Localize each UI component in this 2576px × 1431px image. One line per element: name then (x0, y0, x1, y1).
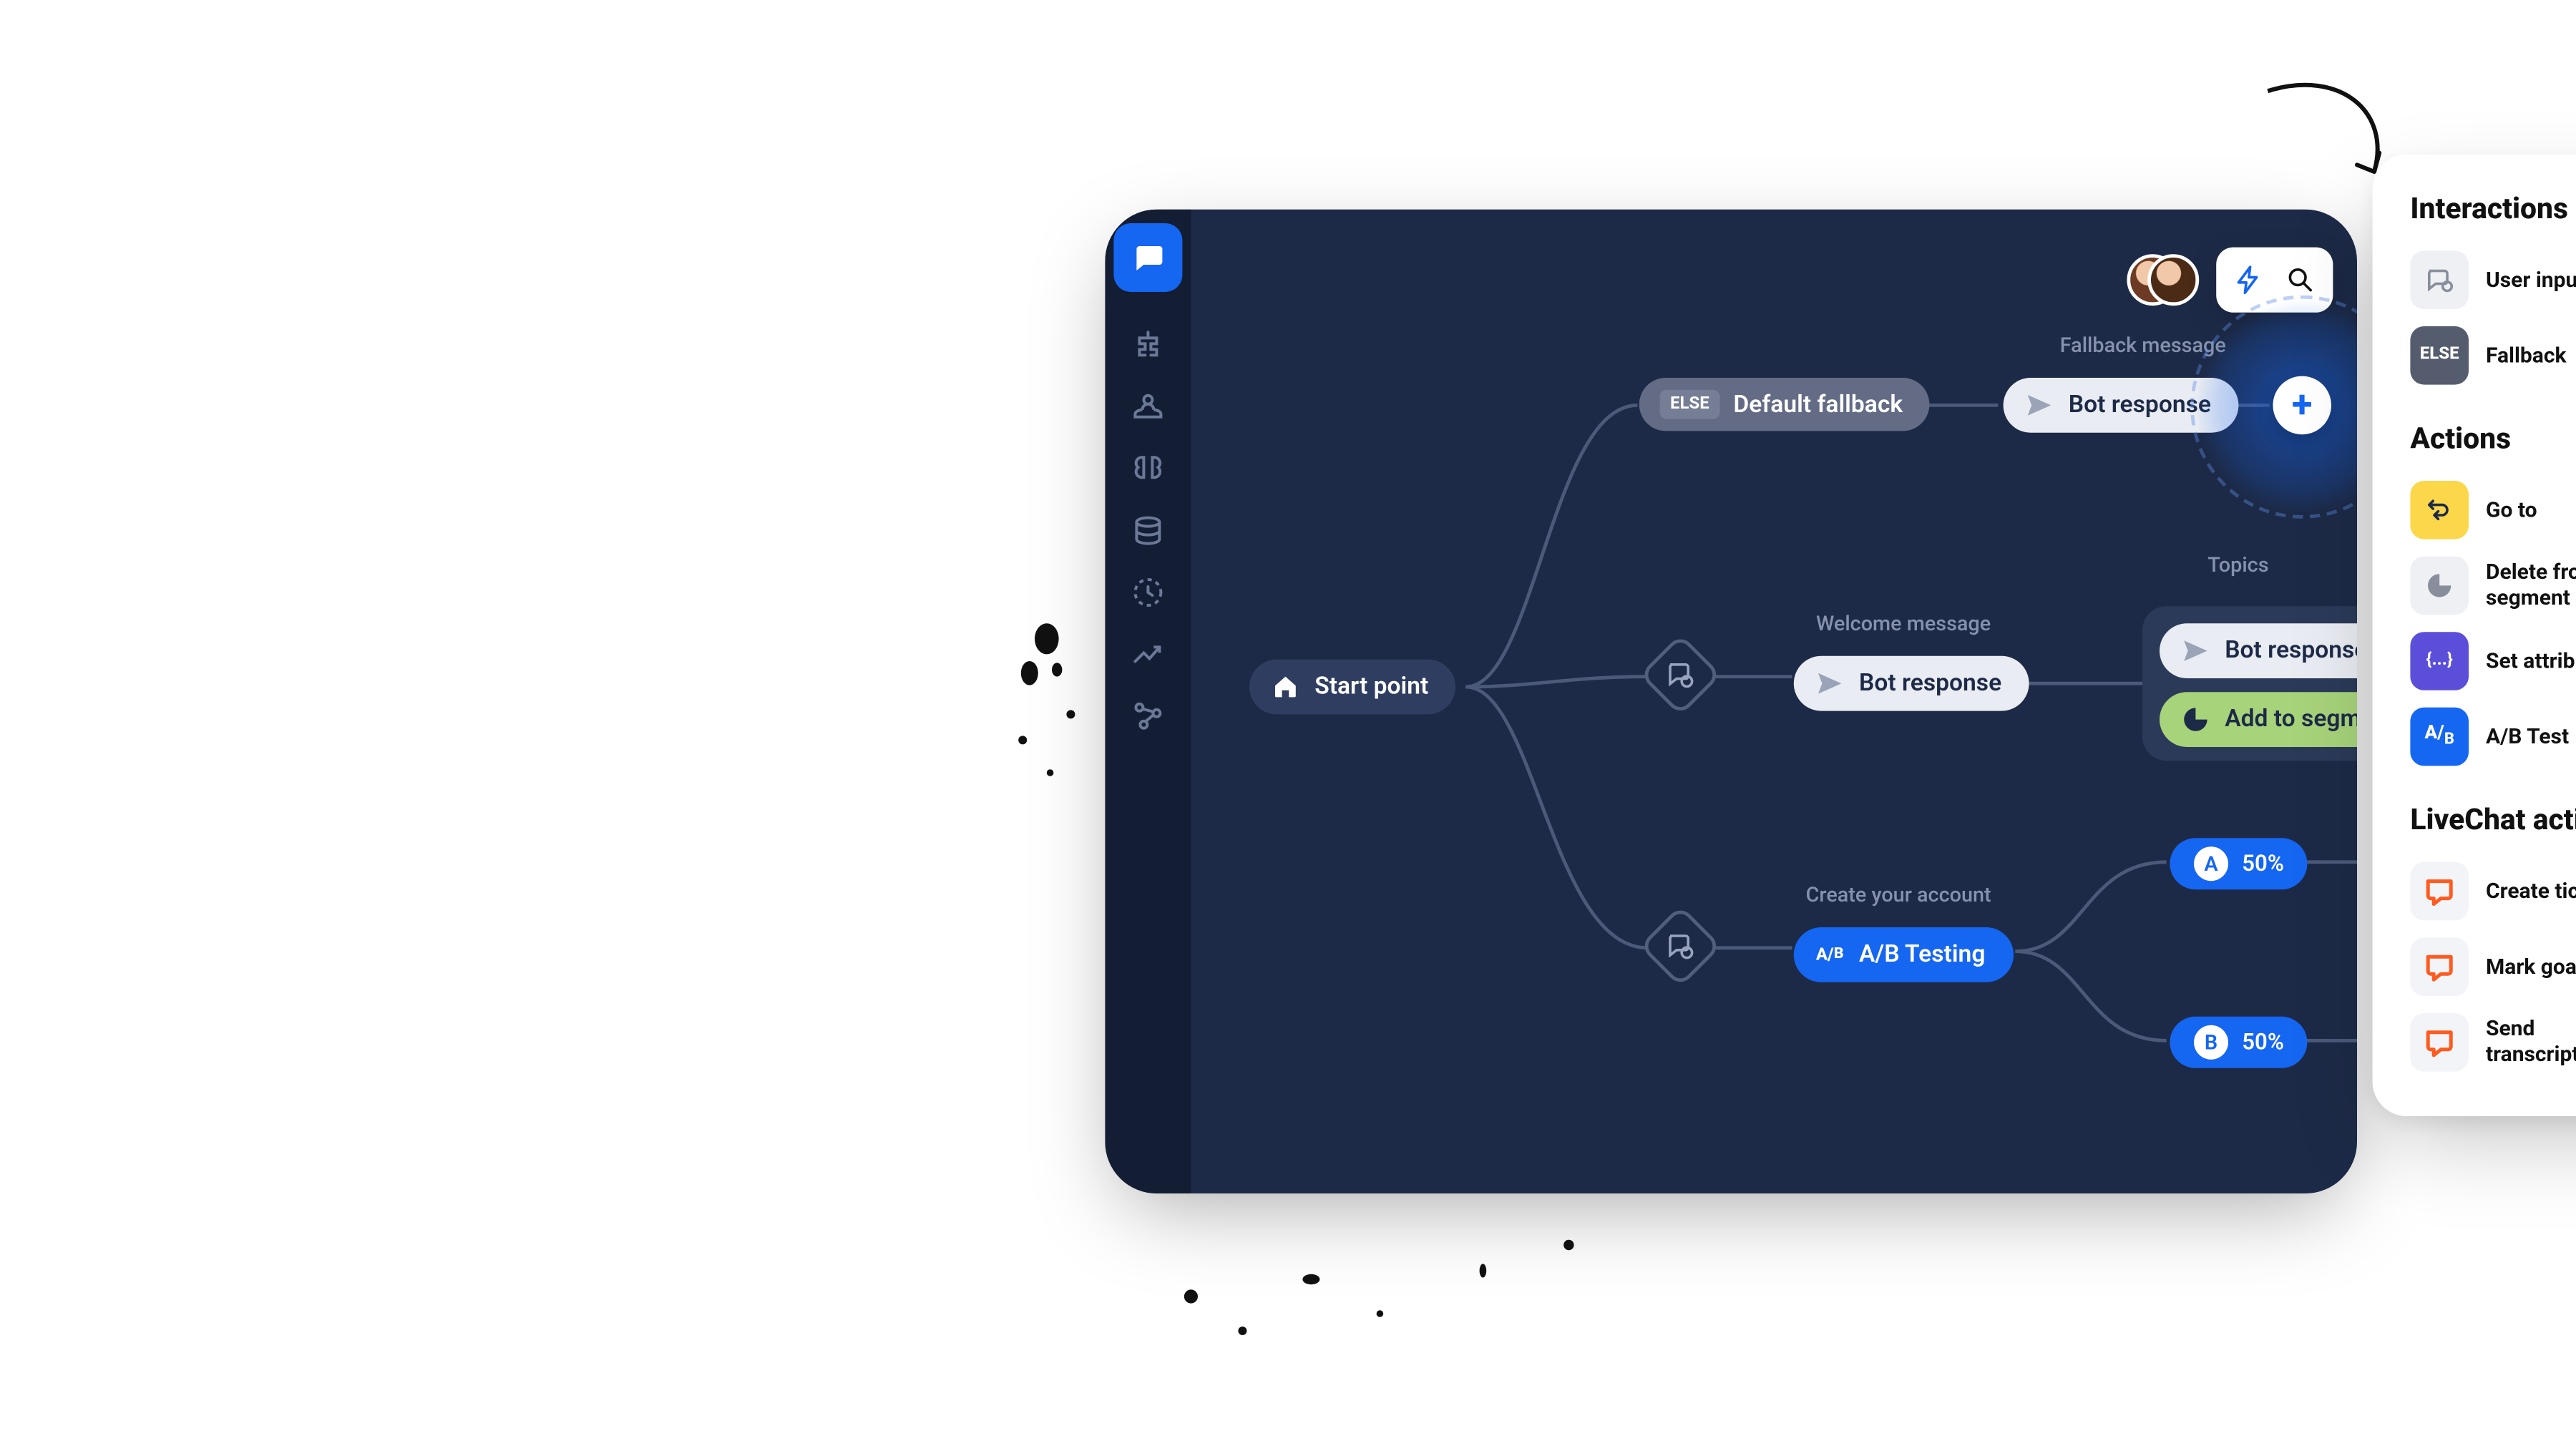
nav-analytics-icon[interactable] (1113, 625, 1182, 684)
bot-response-node[interactable]: Bot response (2160, 623, 2357, 678)
bot-response-label: Bot response (1859, 670, 2001, 697)
variant-letter: B (2194, 1025, 2228, 1060)
segment-icon (2180, 704, 2211, 735)
chat-user-icon (1665, 931, 1696, 962)
block-create-ticket[interactable]: Create ticket (2410, 862, 2576, 921)
block-ab-test[interactable]: A/B A/B Test (2410, 708, 2576, 766)
goto-icon (2410, 481, 2469, 539)
section-title: LiveChat actions (2410, 804, 2576, 838)
nav-users-icon[interactable] (1113, 378, 1182, 436)
start-node[interactable]: Start point (1249, 660, 1456, 715)
block-fallback[interactable]: ELSE Fallback (2410, 326, 2576, 385)
fallback-label: Default fallback (1733, 391, 1903, 418)
nav-ai-icon[interactable] (1113, 439, 1182, 498)
ab-test-node[interactable]: A/B A/B Testing (1794, 927, 2013, 982)
collaborator-avatar[interactable] (2147, 254, 2199, 306)
bot-response-label: Bot response (2069, 391, 2211, 419)
decorative-doodle (1005, 594, 1091, 972)
chat-user-icon (1665, 660, 1696, 690)
section-title: Interactions (2410, 192, 2576, 227)
blocks-panel: Interactions User input Bot response ELS… (2373, 155, 2576, 1116)
livechat-icon (2410, 862, 2469, 921)
nav-integrations-icon[interactable] (1113, 687, 1182, 746)
nav-flow-icon[interactable] (1113, 316, 1182, 375)
send-icon (1815, 668, 1845, 699)
node-label: Fallback message (2060, 333, 2226, 358)
else-icon: ELSE (2410, 326, 2469, 385)
section-title: Actions (2410, 422, 2576, 456)
block-mark-goal[interactable]: Mark goal (2410, 937, 2576, 996)
start-label: Start point (1314, 673, 1428, 700)
segment-remove-icon (2410, 557, 2469, 615)
trend-icon (1131, 637, 1165, 671)
fallback-node[interactable]: ELSE Default fallback (1639, 378, 1931, 431)
bot-response-label: Bot response (2225, 637, 2357, 664)
ab-icon: A/B (1815, 939, 1845, 970)
user-input-icon (2410, 250, 2469, 309)
app-window: Start point Fallback message ELSE Defaul… (1105, 210, 2357, 1193)
database-icon (1131, 514, 1165, 548)
quick-actions-button[interactable] (2223, 256, 2275, 304)
variant-pct: 50% (2242, 1030, 2284, 1055)
send-icon (2180, 635, 2211, 666)
decorative-doodle (1156, 1211, 1603, 1365)
livechat-icon (2410, 937, 2469, 996)
flow-canvas[interactable]: Start point Fallback message ELSE Defaul… (1191, 210, 2357, 1193)
sidebar (1105, 210, 1191, 1193)
block-goto[interactable]: Go to (2410, 481, 2576, 539)
attribute-icon: {...} (2410, 632, 2469, 690)
variant-pct: 50% (2242, 851, 2284, 876)
add-node-button[interactable]: + (2273, 376, 2331, 435)
brain-icon (1131, 451, 1165, 486)
user-input-node[interactable] (1639, 634, 1722, 716)
home-icon (1270, 671, 1301, 702)
variant-b-node[interactable]: B 50% (2170, 1017, 2308, 1068)
block-delete-segment[interactable]: Delete from segment (2410, 557, 2576, 615)
app-logo[interactable] (1113, 223, 1182, 292)
else-tag: ELSE (1660, 390, 1720, 419)
block-user-input[interactable]: User input (2410, 250, 2576, 309)
bot-response-node[interactable]: Bot response (1794, 656, 2029, 711)
nav-database-icon[interactable] (1113, 502, 1182, 560)
ab-label: A/B Testing (1859, 941, 1985, 968)
variant-a-node[interactable]: A 50% (2170, 838, 2308, 889)
nodes-icon (1131, 699, 1165, 733)
segment-label: Add to segment (2225, 705, 2357, 733)
chat-icon (1131, 240, 1165, 275)
send-icon (2024, 390, 2054, 421)
node-label: Create your account (1806, 883, 1991, 907)
block-set-attribute[interactable]: {...} Set attribute (2410, 632, 2576, 690)
node-label: Welcome message (1816, 611, 1991, 635)
livechat-icon (2410, 1013, 2469, 1072)
bolt-icon (2233, 265, 2264, 296)
block-send-transcript[interactable]: Send transcript (2410, 1013, 2576, 1072)
node-label: Topics (2207, 553, 2268, 577)
users-icon (1131, 390, 1165, 424)
nav-history-icon[interactable] (1113, 563, 1182, 622)
sitemap-icon (1131, 328, 1165, 362)
clock-icon (1131, 575, 1165, 610)
variant-letter: A (2194, 846, 2228, 881)
user-input-node[interactable] (1639, 905, 1722, 987)
add-to-segment-node[interactable]: Add to segment (2160, 692, 2357, 747)
search-icon (2285, 265, 2316, 296)
ab-icon: A/B (2410, 708, 2469, 766)
